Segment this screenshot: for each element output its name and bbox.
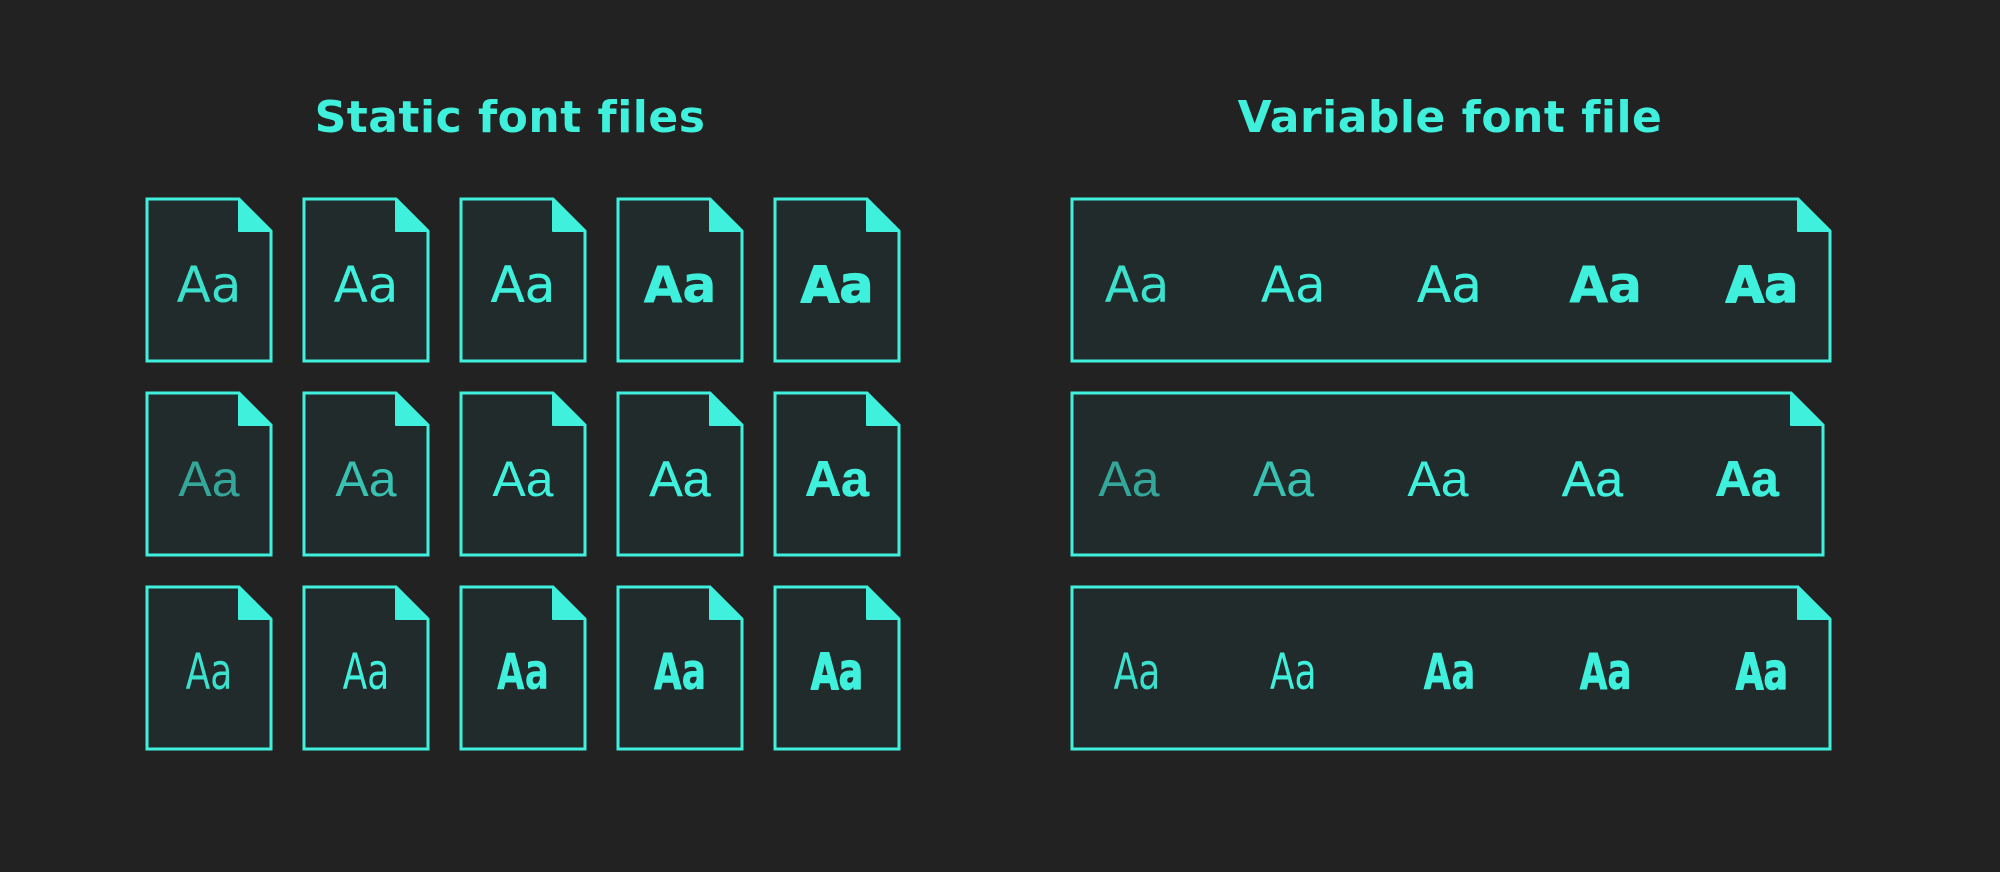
variable-sample-r1-c4: Aa (1569, 256, 1641, 314)
static-sample-r2-c5: Aa (805, 451, 870, 507)
variable-font-file-r3-folded-corner (1797, 586, 1831, 620)
static-sample-r1-c1: Aa (177, 256, 242, 314)
static-font-file-r1-c4-folded-corner (709, 198, 743, 232)
static-font-file-r3-c2-folded-corner (395, 586, 429, 620)
variable-sample-r3-c4: Aa (1580, 644, 1632, 701)
static-font-file-r1-c1-folded-corner (238, 198, 272, 232)
font-files-diagram: Aa Aa Aa Aa AaAa Aa Aa Aa AaAa Aa Aa Aa Aa Aa Aa Aa Aa A… (145, 197, 1832, 751)
static-font-file-r2-c1-folded-corner (238, 392, 272, 426)
static-sample-r3-c2: Aa (343, 644, 390, 701)
static-font-file-r2-c5-folded-corner (866, 392, 900, 426)
static-font-file-r3-c5-folded-corner (866, 586, 900, 620)
static-font-file-r1-c3-folded-corner (552, 198, 586, 232)
static-font-file-r3-c3-folded-corner (552, 586, 586, 620)
variable-sample-r3-c3: Aa (1423, 644, 1475, 701)
static-sample-r1-c2: Aa (334, 256, 399, 314)
variable-font-file-stack: Aa Aa Aa Aa Aa Aa Aa Aa Aa Aa Aa Aa Aa Aa Aa (1070, 197, 1832, 751)
static-font-file-r2-c3-folded-corner (552, 392, 586, 426)
variable-sample-r2-c2: Aa (1253, 451, 1314, 507)
static-sample-r3-c4: Aa (654, 644, 706, 701)
variable-sample-r2-c4: Aa (1562, 451, 1623, 507)
static-sample-r3-c1: Aa (186, 644, 233, 701)
static-sample-r1-c4: Aa (644, 256, 716, 314)
variable-sample-r2-c3: Aa (1407, 451, 1468, 507)
variable-sample-r3-c5: Aa (1736, 644, 1788, 701)
static-sample-r3-c5: Aa (811, 644, 863, 701)
static-font-file-r1-c2-folded-corner (395, 198, 429, 232)
static-font-file-r1-c5-folded-corner (866, 198, 900, 232)
static-sample-r2-c2: Aa (335, 451, 396, 507)
variable-sample-r1-c5: Aa (1726, 256, 1798, 314)
static-sample-r2-c1: Aa (178, 451, 239, 507)
variable-font-file-r1-folded-corner (1797, 198, 1831, 232)
variable-sample-r1-c2: Aa (1261, 256, 1326, 314)
static-sample-r2-c4: Aa (649, 451, 710, 507)
variable-sample-r1-c3: Aa (1417, 256, 1482, 314)
variable-sample-r1-c1: Aa (1105, 256, 1170, 314)
static-font-file-r3-c1-folded-corner (238, 586, 272, 620)
static-sample-r1-c3: Aa (491, 256, 556, 314)
static-sample-r3-c3: Aa (497, 644, 549, 701)
static-font-file-r2-c2-folded-corner (395, 392, 429, 426)
static-font-file-r2-c4-folded-corner (709, 392, 743, 426)
static-sample-r1-c5: Aa (801, 256, 873, 314)
variable-sample-r3-c2: Aa (1270, 644, 1317, 701)
variable-sample-r3-c1: Aa (1114, 644, 1161, 701)
static-font-file-r3-c4-folded-corner (709, 586, 743, 620)
variable-sample-r2-c1: Aa (1098, 451, 1159, 507)
static-sample-r2-c3: Aa (492, 451, 553, 507)
static-font-files-grid: Aa Aa Aa Aa Aa Aa Aa Aa Aa Aa Aa Aa Aa Aa Aa (145, 197, 901, 751)
variable-sample-r2-c5: Aa (1715, 451, 1780, 507)
variable-font-file-r2-folded-corner (1790, 392, 1824, 426)
